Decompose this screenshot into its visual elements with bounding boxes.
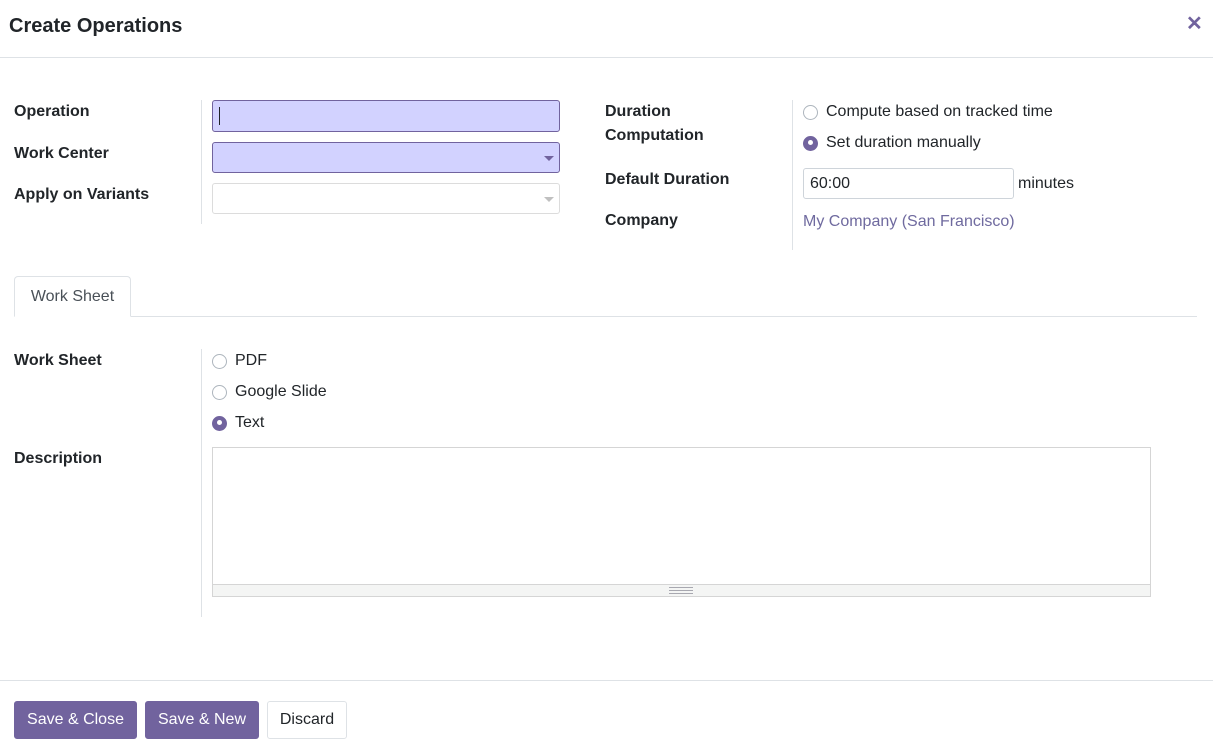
radio-unchecked[interactable] bbox=[212, 384, 227, 400]
text-cursor bbox=[219, 107, 220, 125]
resize-handle[interactable] bbox=[213, 584, 1150, 596]
radio-set-duration-manually[interactable]: Set duration manually bbox=[803, 134, 981, 152]
radio-checked[interactable] bbox=[212, 415, 227, 431]
description-editor[interactable] bbox=[212, 447, 1151, 597]
tab-work-sheet[interactable]: Work Sheet bbox=[14, 276, 131, 317]
radio-pdf[interactable]: PDF bbox=[212, 352, 267, 370]
dialog-title: Create Operations bbox=[9, 15, 183, 37]
default-duration-label: Default Duration bbox=[605, 171, 730, 188]
company-label: Company bbox=[605, 212, 678, 229]
work-center-label: Work Center bbox=[14, 145, 109, 162]
radio-unchecked[interactable] bbox=[212, 353, 227, 369]
field-divider bbox=[201, 349, 202, 617]
operation-input[interactable] bbox=[212, 100, 560, 132]
duration-unit: minutes bbox=[1018, 175, 1075, 192]
work-sheet-label: Work Sheet bbox=[14, 352, 102, 369]
grip-icon bbox=[669, 587, 693, 594]
save-close-button[interactable]: Save & Close bbox=[14, 701, 137, 739]
duration-computation-label: Duration Computation bbox=[605, 103, 704, 144]
description-label: Description bbox=[14, 450, 103, 467]
close-icon[interactable]: ✕ bbox=[1186, 13, 1203, 35]
radio-google-slide[interactable]: Google Slide bbox=[212, 383, 327, 401]
discard-button[interactable]: Discard bbox=[267, 701, 347, 739]
chevron-down-icon bbox=[544, 156, 554, 161]
footer-divider bbox=[0, 680, 1213, 681]
operation-label: Operation bbox=[14, 103, 90, 120]
radio-checked[interactable] bbox=[803, 135, 818, 151]
radio-compute-tracked-time[interactable]: Compute based on tracked time bbox=[803, 103, 1053, 121]
tabs-underline bbox=[14, 316, 1197, 317]
field-divider bbox=[201, 100, 202, 224]
radio-text[interactable]: Text bbox=[212, 414, 264, 432]
apply-on-variants-label: Apply on Variants bbox=[14, 186, 150, 203]
description-textarea[interactable] bbox=[213, 448, 1150, 584]
apply-on-variants-select[interactable] bbox=[212, 183, 560, 214]
field-divider bbox=[792, 100, 793, 250]
default-duration-input[interactable] bbox=[803, 168, 1014, 199]
dialog-header: Create Operations ✕ bbox=[0, 0, 1213, 58]
radio-unchecked[interactable] bbox=[803, 104, 818, 120]
save-new-button[interactable]: Save & New bbox=[145, 701, 259, 739]
company-link[interactable]: My Company (San Francisco) bbox=[803, 213, 1015, 231]
chevron-down-icon bbox=[544, 197, 554, 202]
work-center-select[interactable] bbox=[212, 142, 560, 173]
